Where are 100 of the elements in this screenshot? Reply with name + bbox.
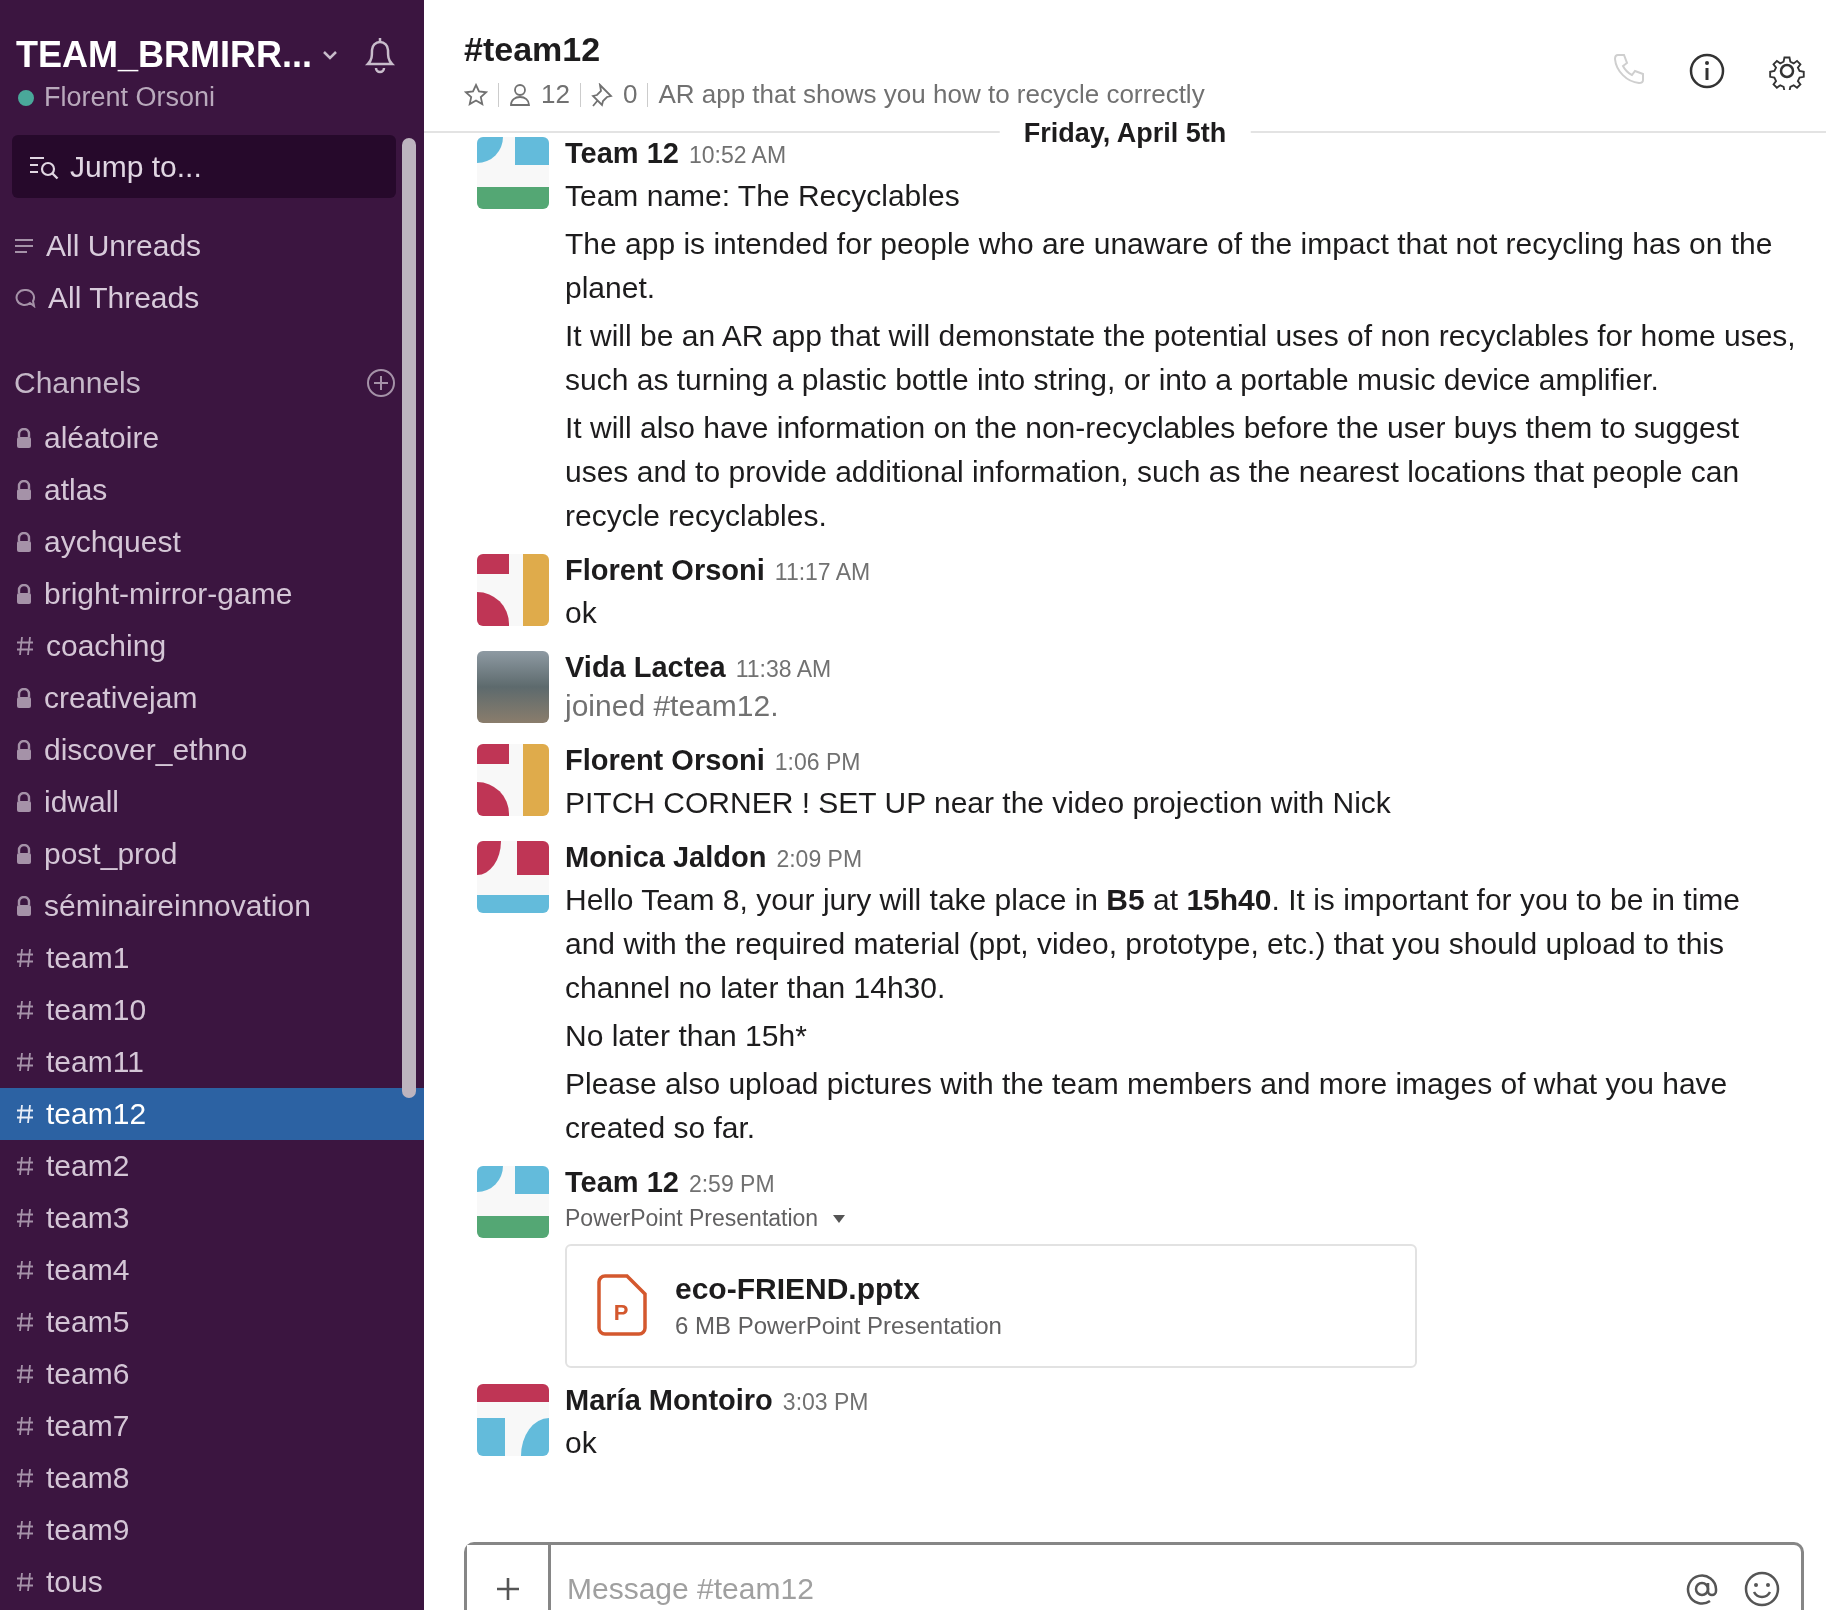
- channel-item[interactable]: aychquest: [0, 516, 424, 568]
- lock-icon: [16, 844, 32, 864]
- message-time[interactable]: 11:38 AM: [735, 656, 832, 683]
- document-icon: P: [597, 1274, 647, 1338]
- info-icon[interactable]: [1688, 52, 1726, 90]
- channels-heading[interactable]: Channels: [14, 366, 141, 400]
- hash-icon: [16, 1364, 34, 1384]
- channel-item[interactable]: team1: [0, 932, 424, 984]
- message-time[interactable]: 10:52 AM: [688, 142, 787, 169]
- hash-icon: [16, 1052, 34, 1072]
- lock-icon: [16, 532, 32, 552]
- message-text: Please also upload pictures with the team members and more images of what you have created so far.: [565, 1066, 1729, 1146]
- smiley-icon[interactable]: [1743, 1569, 1781, 1608]
- message-text: ok: [565, 595, 598, 631]
- scrollbar[interactable]: [402, 138, 416, 1098]
- chevron-down-icon[interactable]: [322, 50, 338, 60]
- hash-icon: [16, 948, 34, 968]
- channel-item[interactable]: team5: [0, 1296, 424, 1348]
- person-icon[interactable]: [509, 82, 531, 107]
- message-text: ok: [565, 1425, 598, 1461]
- message-text: It will be an AR app that will demonstate the potential uses of non recyclables for home uses, such as turning a plastic bottle into string, or into a portable music device amplifier.: [565, 318, 1796, 398]
- sidebar-nav-item[interactable]: All Unreads: [0, 220, 424, 272]
- channel-item[interactable]: team8: [0, 1452, 424, 1504]
- pin-count[interactable]: 0: [622, 79, 638, 110]
- message-composer[interactable]: Message #team12: [464, 1542, 1804, 1610]
- author-name[interactable]: Team 12: [565, 1166, 679, 1199]
- channel-item[interactable]: post_prod: [0, 828, 424, 880]
- channel-item[interactable]: team12: [0, 1088, 424, 1140]
- channel-topic: AR app that shows you how to recycle correctly: [658, 79, 1205, 110]
- channel-item[interactable]: team11: [0, 1036, 424, 1088]
- channel-item[interactable]: team10: [0, 984, 424, 1036]
- author-name[interactable]: Florent Orsoni: [565, 744, 765, 777]
- lock-icon: [16, 480, 32, 500]
- message-text: joined #team12.: [565, 688, 780, 724]
- workspace-name[interactable]: TEAM_BRMIRR...: [16, 34, 312, 76]
- attach-button[interactable]: [467, 1545, 551, 1610]
- channel-item[interactable]: tous: [0, 1556, 424, 1608]
- hash-icon: [16, 1000, 34, 1020]
- star-icon[interactable]: [464, 82, 488, 107]
- message-time[interactable]: 3:03 PM: [782, 1389, 869, 1416]
- message-time[interactable]: 1:06 PM: [774, 749, 861, 776]
- hash-icon: [16, 1208, 34, 1228]
- pin-icon[interactable]: [590, 82, 613, 107]
- author-name[interactable]: Vida Lactea: [565, 651, 726, 684]
- message-text: The app is intended for people who are unaware of the impact that not recycling has on the planet.: [565, 226, 1774, 306]
- message-text: Hello Team 8, your jury will take place in B5 at 15h40. It is important for you to be in time and with the required material (ppt, video, prototype, etc.) that you should upload to this channel no later than 14h30.: [565, 882, 1742, 1006]
- hash-icon: [16, 1520, 34, 1540]
- file-name[interactable]: eco-FRIEND.pptx: [675, 1272, 1002, 1306]
- hash-icon: [16, 1468, 34, 1488]
- channel-item[interactable]: idwall: [0, 776, 424, 828]
- channel-item[interactable]: team2: [0, 1140, 424, 1192]
- channel-item[interactable]: atlas: [0, 464, 424, 516]
- file-card[interactable]: P eco-FRIEND.pptx 6 MB PowerPoint Presentation: [565, 1244, 1417, 1368]
- channel-item[interactable]: team3: [0, 1192, 424, 1244]
- message-time[interactable]: 11:17 AM: [774, 559, 871, 586]
- hash-icon: [16, 1416, 34, 1436]
- user-name: Florent Orsoni: [44, 82, 216, 113]
- channel-title: #team12: [464, 30, 601, 68]
- hash-icon: [16, 1312, 34, 1332]
- lock-icon: [16, 740, 32, 760]
- hash-icon: [16, 1104, 34, 1124]
- author-name[interactable]: María Montoiro: [565, 1384, 773, 1417]
- lock-icon: [16, 428, 32, 448]
- speech-bubble-icon: [14, 288, 36, 308]
- channel-item[interactable]: team6: [0, 1348, 424, 1400]
- file-meta: 6 MB PowerPoint Presentation: [675, 1312, 1002, 1340]
- message-text: No later than 15h*: [565, 1018, 808, 1054]
- lock-icon: [16, 896, 32, 916]
- channel-item[interactable]: bright-mirror-game: [0, 568, 424, 620]
- list-icon: [14, 238, 34, 254]
- file-type-label: PowerPoint Presentation: [565, 1205, 819, 1232]
- channel-item[interactable]: team7: [0, 1400, 424, 1452]
- plus-icon: [494, 1575, 521, 1602]
- author-name[interactable]: Team 12: [565, 137, 679, 170]
- channel-item[interactable]: discover_ethno: [0, 724, 424, 776]
- channel-item[interactable]: team4: [0, 1244, 424, 1296]
- hash-icon: [16, 1260, 34, 1280]
- author-name[interactable]: Florent Orsoni: [565, 554, 765, 587]
- add-circle-icon[interactable]: [366, 368, 396, 398]
- hash-icon: [16, 1572, 34, 1592]
- message-text: It will also have information on the non-recyclables before the user buys them to suggest uses and to provide additional information, such as the nearest locations that people can recycle recyclables.: [565, 410, 1741, 534]
- sidebar-nav-item[interactable]: All Threads: [0, 272, 424, 324]
- hash-icon: [16, 636, 34, 656]
- hash-icon: [16, 1156, 34, 1176]
- channel-item[interactable]: aléatoire: [0, 412, 424, 464]
- channel-item[interactable]: team9: [0, 1504, 424, 1556]
- jump-to-field[interactable]: Jump to...: [12, 135, 396, 198]
- member-count[interactable]: 12: [541, 79, 570, 110]
- message-text: Team name: The Recyclables: [565, 178, 961, 214]
- channel-item[interactable]: coaching: [0, 620, 424, 672]
- author-name[interactable]: Monica Jaldon: [565, 841, 767, 874]
- message-time[interactable]: 2:09 PM: [776, 846, 863, 873]
- lock-icon: [16, 688, 32, 708]
- caret-icon[interactable]: [832, 1213, 847, 1224]
- channel-item[interactable]: creativejam: [0, 672, 424, 724]
- lock-icon: [16, 584, 32, 604]
- lock-icon: [16, 792, 32, 812]
- message-time[interactable]: 2:59 PM: [688, 1171, 775, 1198]
- message-text: PITCH CORNER ! SET UP near the video projection with Nick: [565, 785, 1392, 821]
- channel-item[interactable]: séminaireinnovation: [0, 880, 424, 932]
